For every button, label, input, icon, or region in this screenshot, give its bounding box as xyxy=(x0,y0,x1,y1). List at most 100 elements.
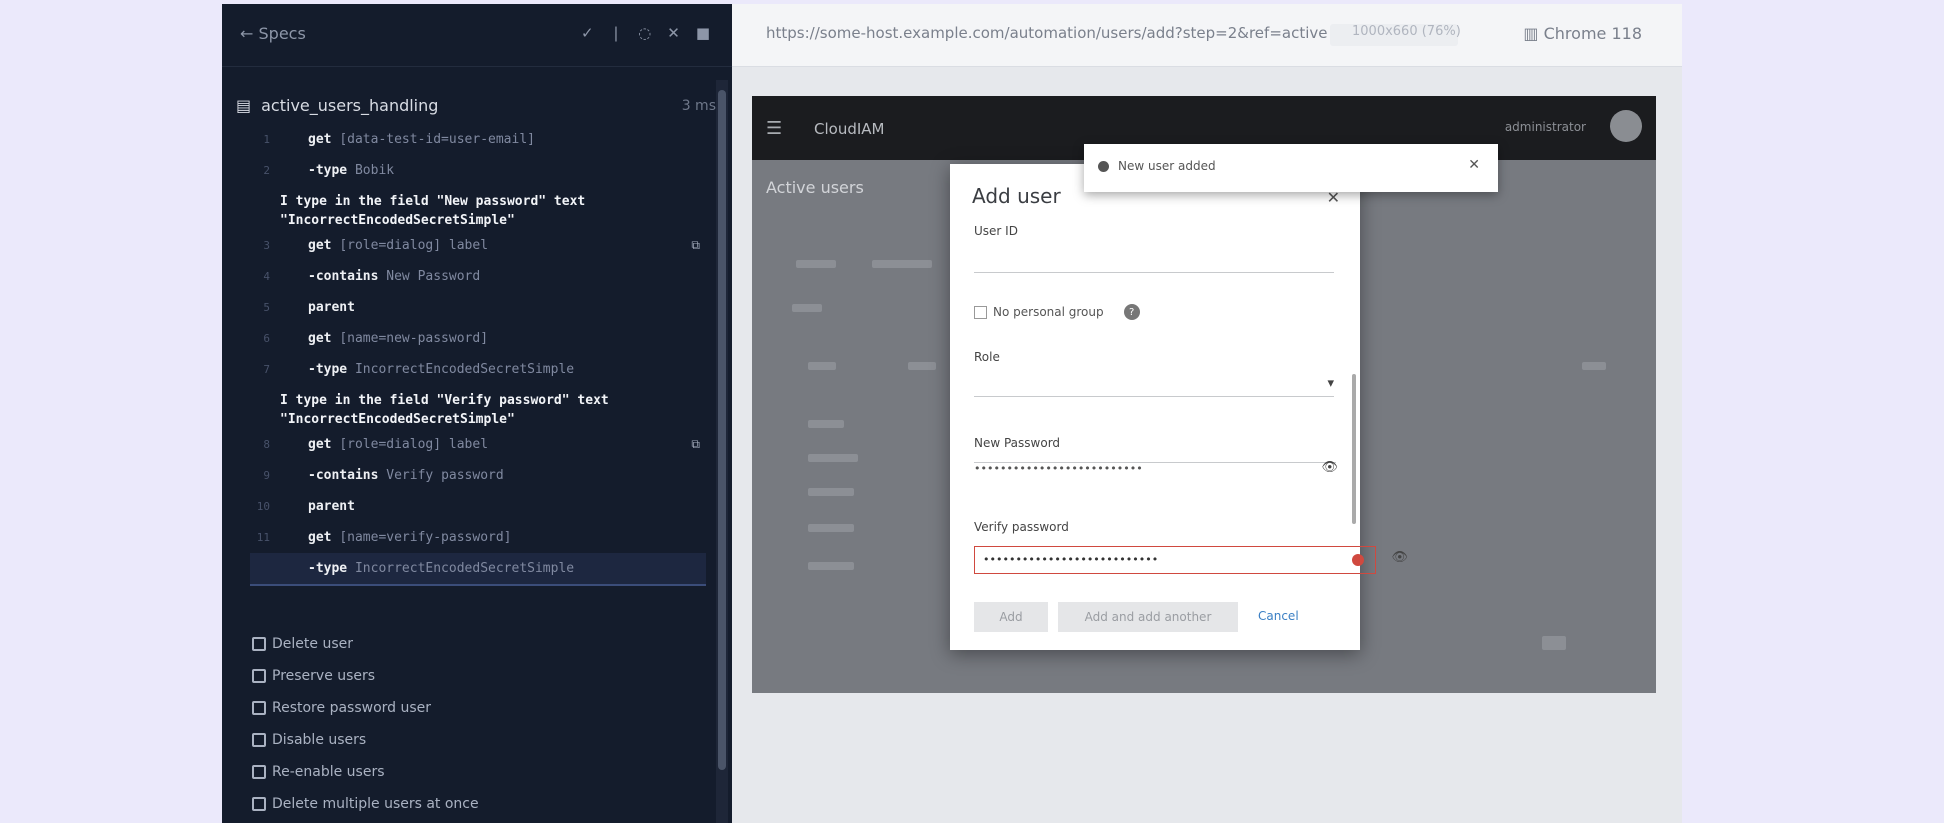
aut-url-bar: https://some-host.example.com/automation… xyxy=(732,4,1682,67)
ghost-row xyxy=(808,420,844,428)
checkbox-box[interactable] xyxy=(974,305,987,319)
command-text: parent xyxy=(308,300,706,315)
command-log-scrollbar[interactable] xyxy=(716,80,728,823)
aut-url[interactable]: https://some-host.example.com/automation… xyxy=(766,24,1327,42)
command-name: get xyxy=(308,132,332,147)
cancel-button[interactable]: Cancel xyxy=(1252,608,1305,624)
command-row[interactable]: 10 parent xyxy=(250,491,706,522)
command-arg: [role=dialog] label xyxy=(339,238,489,253)
toast-close-icon[interactable]: ✕ xyxy=(1468,157,1480,173)
test-item[interactable]: Re-enable users xyxy=(252,756,479,788)
ghost-row xyxy=(808,488,854,496)
role-select[interactable] xyxy=(974,374,1334,397)
step-heading[interactable]: I type in the field "Verify password" te… xyxy=(250,385,706,429)
command-name: parent xyxy=(308,499,355,514)
ghost-row xyxy=(808,454,858,462)
test-item[interactable]: Disable users xyxy=(252,724,479,756)
line-number: 11 xyxy=(256,531,270,544)
line-number: 7 xyxy=(263,363,270,376)
command-text: -type IncorrectEncodedSecretSimple xyxy=(308,561,706,576)
pin-icon[interactable]: ⧉ xyxy=(691,437,700,452)
dropdown-arrow-icon[interactable]: ▾ xyxy=(1327,376,1334,391)
browser-icon: ▥ xyxy=(1523,24,1544,43)
test-item[interactable]: Preserve users xyxy=(252,660,479,692)
test-name: Delete user xyxy=(272,636,353,652)
pin-icon[interactable]: ⧉ xyxy=(691,238,700,253)
command-row[interactable]: 7 -type IncorrectEncodedSecretSimple xyxy=(250,354,706,385)
command-row[interactable]: 3 get [role=dialog] label ⧉ xyxy=(250,230,706,261)
command-text: get [role=dialog] label xyxy=(308,238,706,253)
line-number: 6 xyxy=(263,332,270,345)
command-row-active[interactable]: -type IncorrectEncodedSecretSimple xyxy=(250,553,706,586)
test-item[interactable]: Delete multiple users at once xyxy=(252,788,479,820)
user-id-input[interactable] xyxy=(974,250,1334,273)
new-password-input[interactable]: •••••••••••••••••••••••••• xyxy=(974,462,1314,475)
step-text: I type in the field "Verify password" te… xyxy=(280,393,609,427)
command-name: -type xyxy=(308,163,348,178)
command-name: get xyxy=(308,437,332,452)
ghost-pager xyxy=(1542,636,1566,650)
step-heading[interactable]: I type in the field "New password" text … xyxy=(250,186,706,230)
line-number: 8 xyxy=(263,438,270,451)
user-id-label: User ID xyxy=(974,224,1018,238)
runner-toolbar: ← Specs ✓ ❘ ◌ ✕ ■ xyxy=(222,4,732,67)
command-arg: New Password xyxy=(386,269,481,284)
test-name: Disable users xyxy=(272,732,367,748)
dialog-title: Add user xyxy=(972,184,1061,208)
command-text: get [role=dialog] label xyxy=(308,437,706,452)
test-item[interactable]: Restore password user xyxy=(252,692,479,724)
test-name: Preserve users xyxy=(272,668,376,684)
toast-message: New user added xyxy=(1118,159,1216,173)
command-row[interactable]: 11 get [name=verify-password] xyxy=(250,522,706,553)
ghost-filter xyxy=(792,304,822,312)
menu-icon[interactable]: ☰ xyxy=(766,118,782,139)
eye-icon[interactable]: 👁 xyxy=(1391,550,1408,565)
runner-stats: ✓ ❘ ◌ ✕ ■ xyxy=(581,24,710,42)
test-name: Re-enable users xyxy=(272,764,385,780)
verify-password-value: ••••••••••••••••••••••••••• xyxy=(983,553,1159,566)
command-row[interactable]: 5 parent xyxy=(250,292,706,323)
ghost-row xyxy=(808,562,854,570)
command-row[interactable]: 8 get [role=dialog] label ⧉ xyxy=(250,429,706,460)
stop-icon[interactable]: ■ xyxy=(696,24,710,42)
aut-user-name[interactable]: administrator xyxy=(1505,120,1586,134)
stats-icon: ❘ xyxy=(609,24,623,42)
avatar[interactable] xyxy=(1610,110,1642,142)
command-log-panel: ← Specs ✓ ❘ ◌ ✕ ■ ▤ active_users_handlin… xyxy=(222,4,732,823)
command-row[interactable]: 6 get [name=new-password] xyxy=(250,323,706,354)
test-item[interactable]: Delete user xyxy=(252,628,479,660)
command-name: -type xyxy=(308,561,348,576)
command-arg: [data-test-id=user-email] xyxy=(339,132,535,147)
command-arg: IncorrectEncodedSecretSimple xyxy=(354,561,575,576)
command-row[interactable]: 9 -contains Verify password xyxy=(250,460,706,491)
command-arg: IncorrectEncodedSecretSimple xyxy=(354,362,575,377)
command-text: get [name=verify-password] xyxy=(308,530,706,545)
role-label: Role xyxy=(974,350,1000,364)
eye-icon[interactable]: 👁 xyxy=(1321,460,1338,475)
verify-password-input[interactable]: ••••••••••••••••••••••••••• xyxy=(974,546,1376,574)
ghost-row xyxy=(808,524,854,532)
command-name: parent xyxy=(308,300,355,315)
command-name: -contains xyxy=(308,269,379,284)
command-name: -type xyxy=(308,362,348,377)
spinner-icon: ◌ xyxy=(638,24,652,42)
command-name: get xyxy=(308,530,332,545)
command-row[interactable]: 4 -contains New Password xyxy=(250,261,706,292)
command-arg: [name=verify-password] xyxy=(339,530,512,545)
test-runner-window: ← Specs ✓ ❘ ◌ ✕ ■ ▤ active_users_handlin… xyxy=(222,4,1682,823)
add-another-button[interactable]: Add and add another xyxy=(1058,602,1238,632)
command-log: 1 get [data-test-id=user-email] 2 -type Bob… xyxy=(250,124,706,586)
private-group-checkbox[interactable]: No personal group ? xyxy=(974,304,1140,320)
spec-header[interactable]: ▤ active_users_handling 3 ms xyxy=(236,96,716,115)
ghost-toolbar xyxy=(796,260,836,268)
command-row[interactable]: 1 get [data-test-id=user-email] xyxy=(250,124,706,155)
command-row[interactable]: 2 -type Bobik xyxy=(250,155,706,186)
ghost-column xyxy=(1582,362,1606,370)
add-button[interactable]: Add xyxy=(974,602,1048,632)
help-icon[interactable]: ? xyxy=(1123,304,1140,320)
scrollbar-thumb[interactable] xyxy=(718,90,726,770)
back-to-specs-link[interactable]: ← Specs xyxy=(240,24,306,43)
checkmark-icon: ✓ xyxy=(580,24,594,42)
command-text: -contains Verify password xyxy=(308,468,706,483)
browser-selector[interactable]: ▥ Chrome 118 xyxy=(1523,24,1642,43)
